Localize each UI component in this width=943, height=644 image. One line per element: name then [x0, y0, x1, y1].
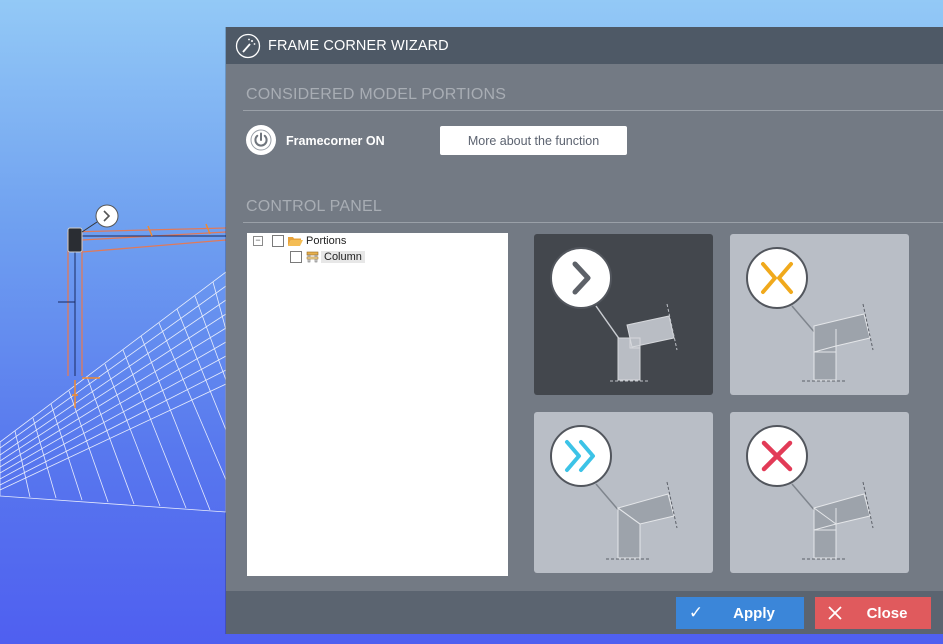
- section-divider: [243, 222, 943, 223]
- apply-button[interactable]: ✓ Apply: [676, 597, 804, 629]
- close-button-label: Close: [866, 604, 908, 622]
- window-title: FRAME CORNER WIZARD: [268, 37, 449, 54]
- close-icon: [815, 606, 855, 620]
- tree-node-column[interactable]: Column: [290, 250, 365, 264]
- column-portion-icon: [306, 251, 319, 263]
- corner-callout-chevron-icon[interactable]: [95, 204, 119, 228]
- tree-node-portions[interactable]: − Portions: [253, 234, 349, 248]
- tree-collapse-icon[interactable]: −: [253, 236, 263, 246]
- tree-label-column: Column: [321, 251, 365, 263]
- framecorner-power-toggle[interactable]: [246, 125, 276, 155]
- check-icon: ✓: [688, 603, 704, 622]
- frame-corner-illustration: [813, 313, 871, 381]
- section-title-control-panel: CONTROL PANEL: [246, 198, 382, 215]
- frame-corner-illustration: [617, 315, 675, 381]
- option-remove-corner[interactable]: [730, 412, 909, 573]
- framecorner-status-label: Framecorner ON: [286, 134, 385, 148]
- close-button[interactable]: Close: [815, 597, 931, 629]
- 3d-viewport[interactable]: [0, 0, 226, 644]
- wizard-wand-icon: [235, 33, 261, 58]
- option-shorten-corner[interactable]: [730, 234, 909, 395]
- model-grid-view: [0, 204, 226, 513]
- tree-label-portions: Portions: [306, 235, 347, 247]
- frame-corner-wizard: FRAME CORNER WIZARD CONSIDERED MODEL POR…: [226, 27, 943, 634]
- title-bar[interactable]: FRAME CORNER WIZARD: [226, 27, 943, 64]
- column-checkbox[interactable]: [290, 251, 302, 263]
- dialog-footer: ✓ Apply Close: [226, 591, 943, 634]
- apply-button-label: Apply: [733, 604, 775, 622]
- selected-corner-marker[interactable]: [67, 227, 83, 253]
- section-title-model-portions: CONSIDERED MODEL PORTIONS: [246, 86, 507, 103]
- power-icon: [250, 129, 272, 151]
- frame-corner-illustration: [616, 493, 675, 559]
- more-about-function-button[interactable]: More about the function: [440, 126, 627, 155]
- folder-open-icon: [288, 237, 303, 246]
- option-extend-corner[interactable]: [534, 412, 713, 573]
- frame-corner-illustration: [813, 493, 871, 559]
- portions-checkbox[interactable]: [272, 235, 284, 247]
- option-next-corner[interactable]: [534, 234, 713, 395]
- portions-tree[interactable]: − Portions Column: [247, 233, 508, 576]
- section-divider: [243, 110, 943, 111]
- floor-grid: [0, 271, 226, 513]
